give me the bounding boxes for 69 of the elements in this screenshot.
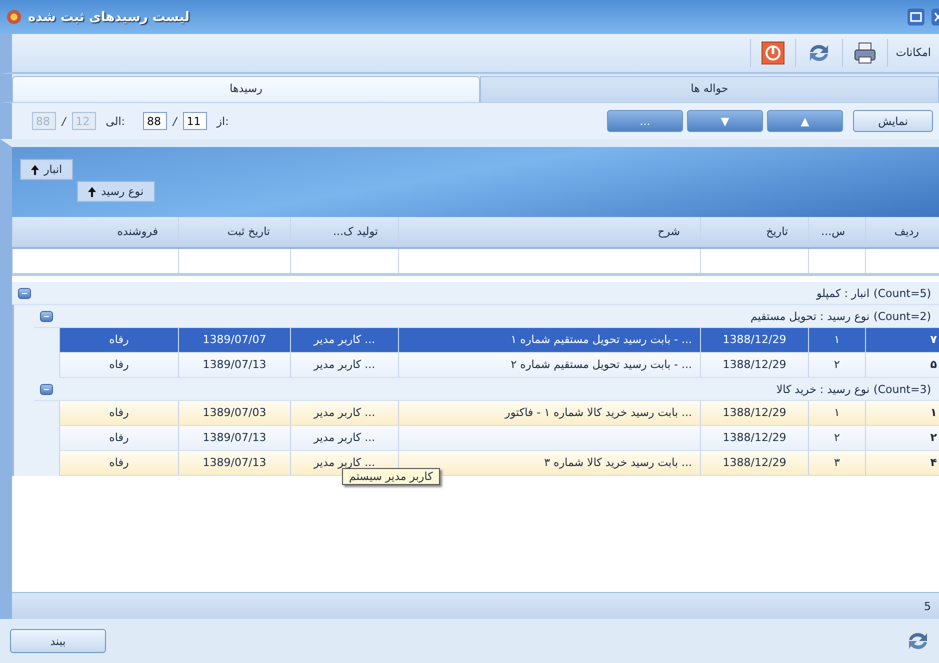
table-cell: ۱: [808, 401, 865, 425]
input-field[interactable]: 88: [143, 112, 168, 130]
column-header[interactable]: ردیف: [865, 217, 939, 247]
close-button[interactable]: ببند: [10, 629, 106, 653]
row-count: 5: [923, 600, 932, 612]
table-cell: 1389/07/03: [178, 401, 290, 425]
table-cell: 1389/07/13: [178, 451, 290, 475]
table-cell: رفاه: [59, 401, 178, 425]
table-cell: ... کاربر مدیر: [290, 353, 398, 377]
column-header[interactable]: تولید ک...: [290, 217, 398, 247]
group-label: نوع رسید : تحویل مستقیم: [750, 310, 870, 322]
table-cell: ۱: [865, 401, 939, 425]
show-button[interactable]: نمایش: [853, 110, 933, 132]
table-cell: 1389/07/13: [178, 353, 290, 377]
group-chip[interactable]: انبار: [20, 159, 74, 180]
table-cell: رفاه: [59, 328, 178, 352]
collapse-icon[interactable]: [18, 288, 31, 298]
up-arrow-icon: [31, 164, 39, 174]
table-cell: ۲: [865, 426, 939, 450]
input-field[interactable]: 11: [182, 112, 207, 130]
column-header[interactable]: تاریخ: [700, 217, 808, 247]
group-count: (Count=2): [874, 310, 931, 322]
table-cell: ... کاربر مدیر: [290, 328, 398, 352]
table-cell: ۵: [865, 353, 939, 377]
table-cell: ۲: [808, 353, 865, 377]
close-icon[interactable]: [931, 8, 939, 26]
collapse-icon[interactable]: [40, 384, 53, 394]
column-header[interactable]: تاریخ ثبت: [178, 217, 290, 247]
group-count: (Count=5): [874, 286, 931, 300]
separator-text: /: [62, 114, 66, 128]
group-chip[interactable]: نوع رسید: [77, 181, 155, 202]
column-header[interactable]: شرح: [398, 217, 700, 247]
table-cell: ... - بابت رسید تحویل مستقیم شماره ۱: [398, 328, 700, 352]
table-cell: 1389/07/07: [178, 328, 290, 352]
group-label: انبار : کمپلو: [816, 286, 870, 300]
table-cell: ۷: [865, 328, 939, 352]
collapse-icon[interactable]: [40, 310, 53, 322]
table-cell: ... بابت رسید خرید کالا شماره ۱ - فاکتور: [398, 401, 700, 425]
table-cell: 1388/12/29: [700, 401, 808, 425]
table-cell: 1388/12/29: [700, 426, 808, 450]
power-icon[interactable]: [760, 41, 785, 65]
field-label: الی:: [106, 114, 126, 128]
group-label: نوع رسید : خرید کالا: [776, 382, 870, 396]
table-cell: رفاه: [59, 426, 178, 450]
separator-text: /: [173, 114, 177, 128]
table-cell: ۳: [808, 451, 865, 475]
table-cell: 1389/07/13: [178, 426, 290, 450]
up-arrow-icon: [88, 186, 96, 196]
table-cell: 1388/12/29: [700, 353, 808, 377]
table-cell: ۱: [808, 328, 865, 352]
table-cell: 1388/12/29: [700, 451, 808, 475]
table-cell: ۲: [808, 426, 865, 450]
maximize-icon[interactable]: [907, 8, 925, 26]
table-cell: 1388/12/29: [700, 328, 808, 352]
table-cell: رفاه: [59, 353, 178, 377]
options-menu[interactable]: امکانات: [886, 39, 939, 67]
tab[interactable]: رسیدها: [12, 76, 480, 102]
table-cell: ... کاربر مدیر: [290, 401, 398, 425]
printer-icon[interactable]: [852, 41, 877, 65]
tab[interactable]: حواله ها: [480, 76, 939, 102]
column-header[interactable]: س...: [808, 217, 865, 247]
window-title: لیست رسیدهای ثبت شده: [28, 10, 190, 24]
table-cell: ۴: [865, 451, 939, 475]
table-cell: رفاه: [59, 451, 178, 475]
column-header[interactable]: فروشنده: [12, 217, 178, 247]
table-cell: ... کاربر مدیر: [290, 426, 398, 450]
field-label: از:: [216, 114, 229, 128]
table-cell: ... - بابت رسید تحویل مستقیم شماره ۲: [398, 353, 700, 377]
group-count: (Count=3): [874, 382, 931, 396]
